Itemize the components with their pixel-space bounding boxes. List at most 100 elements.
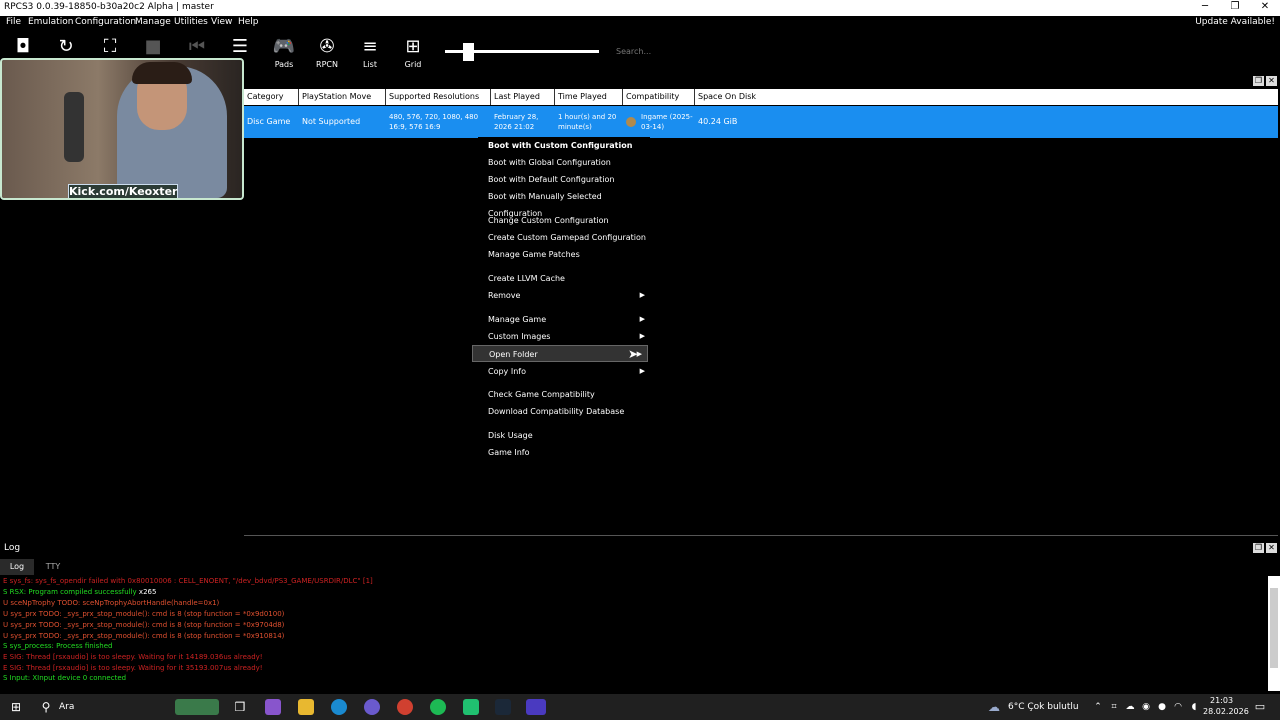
list-icon: ≡ — [362, 36, 378, 57]
steam-icon[interactable] — [495, 699, 511, 715]
log-scrollbar-thumb[interactable] — [1270, 588, 1278, 668]
menu-bar: File Emulation Configuration Manage Util… — [0, 16, 1280, 30]
obs-icon[interactable] — [463, 699, 479, 715]
menu-copy-info[interactable]: Copy Info ▶ — [478, 363, 650, 380]
menu-item-label: Manage Game — [488, 315, 547, 324]
float-panel-button[interactable]: ❐ — [1253, 76, 1264, 86]
rpcn-button[interactable]: ✇ RPCN — [307, 36, 347, 69]
submenu-arrow-icon: ▶ — [639, 315, 645, 323]
grid-button[interactable]: ⊞ Grid — [393, 36, 433, 69]
float-log-button[interactable]: ❐ — [1253, 543, 1264, 553]
menu-boot-default-config[interactable]: Boot with Default Configuration — [478, 171, 650, 188]
taskbar-date[interactable]: 28.02.2026 — [1203, 707, 1249, 716]
chrome-icon[interactable] — [397, 699, 413, 715]
submenu-arrow-icon: ▶ — [639, 332, 645, 340]
chevron-up-icon[interactable]: ⌃ — [1090, 699, 1106, 715]
menu-create-llvm-cache[interactable]: Create LLVM Cache — [478, 270, 650, 287]
task-view-icon[interactable]: ❒ — [232, 699, 248, 715]
file-explorer-icon[interactable] — [298, 699, 314, 715]
col-compatibility[interactable]: Compatibility — [623, 89, 695, 105]
tab-tty[interactable]: TTY — [36, 559, 70, 575]
open-button[interactable]: ◘ — [3, 36, 43, 58]
table-row[interactable]: Disc Game Not Supported 480, 576, 720, 1… — [244, 106, 1278, 138]
submenu-arrow-icon: ▶ — [639, 291, 645, 299]
col-category[interactable]: Category — [244, 89, 299, 105]
microphone-icon[interactable]: ● — [1154, 699, 1170, 715]
volume-icon[interactable]: ◖ — [1186, 699, 1202, 715]
col-last-played[interactable]: Last Played — [491, 89, 555, 105]
log-line: E SIG: Thread [rsxaudio] is too sleepy. … — [3, 664, 263, 672]
menu-download-compat-db[interactable]: Download Compatibility Database — [478, 403, 650, 420]
menu-game-info[interactable]: Game Info — [478, 444, 650, 461]
menu-remove[interactable]: Remove ▶ — [478, 287, 650, 304]
network-icon[interactable]: ⌗ — [1106, 699, 1122, 715]
col-move[interactable]: PlayStation Move — [299, 89, 386, 105]
update-available-link[interactable]: Update Available! — [1195, 17, 1275, 27]
menu-open-folder[interactable]: Open Folder ▶ — [472, 345, 648, 362]
copilot-icon[interactable] — [265, 699, 281, 715]
fullscreen-button[interactable]: ⛶ — [90, 36, 130, 58]
menu-manage[interactable]: Manage — [135, 17, 171, 27]
log-panel-buttons: ❐ ✕ — [1251, 543, 1277, 553]
menu-create-gamepad-config[interactable]: Create Custom Gamepad Configuration — [478, 229, 650, 246]
menu-file[interactable]: File — [6, 17, 21, 27]
close-log-button[interactable]: ✕ — [1266, 543, 1277, 553]
menu-emulation[interactable]: Emulation — [28, 17, 73, 27]
stop-button[interactable]: ■ — [133, 36, 173, 58]
steam-tray-icon[interactable]: ◉ — [1138, 699, 1154, 715]
menu-configuration[interactable]: Configuration — [75, 17, 136, 27]
menu-boot-manual-config[interactable]: Boot with Manually Selected Configuratio… — [478, 188, 650, 218]
log-panel-title: Log — [4, 543, 21, 553]
wifi-icon[interactable]: ◠ — [1170, 699, 1186, 715]
log-line-text: S RSX: Program compiled successfully — [3, 588, 137, 596]
icon-size-slider-handle[interactable] — [463, 43, 474, 61]
cell-move: Not Supported — [302, 117, 361, 126]
menu-change-custom-config[interactable]: Change Custom Configuration — [478, 212, 650, 229]
taskbar-search-text[interactable]: Ara — [59, 702, 74, 712]
log-line: U sys_prx TODO: _sys_prx_stop_module(): … — [3, 621, 285, 629]
game-list-area[interactable] — [244, 138, 1278, 536]
rpcs3-taskbar-icon[interactable] — [526, 699, 546, 715]
cloud-icon[interactable]: ☁ — [1122, 699, 1138, 715]
menu-check-compatibility[interactable]: Check Game Compatibility — [478, 386, 650, 403]
cell-last-played: February 28, 2026 21:02 — [494, 113, 539, 131]
menu-boot-custom-config[interactable]: Boot with Custom Configuration — [478, 137, 650, 154]
log-line: S Input: XInput device 0 connected — [3, 674, 127, 682]
minimize-button[interactable]: ─ — [1190, 0, 1220, 16]
menu-item-label: Game Info — [488, 448, 530, 457]
menu-boot-global-config[interactable]: Boot with Global Configuration — [478, 154, 650, 171]
compatibility-status-icon — [626, 117, 636, 127]
config-button[interactable]: ☰ — [220, 36, 260, 58]
log-scrollbar[interactable] — [1268, 576, 1280, 691]
restart-button[interactable]: ⏮ — [177, 36, 217, 58]
col-space[interactable]: Space On Disk — [695, 89, 1278, 105]
cell-time-played: 1 hour(s) and 20 minute(s) — [558, 113, 617, 131]
menu-utilities[interactable]: Utilities — [174, 17, 208, 27]
spotify-icon[interactable] — [430, 699, 446, 715]
search-input[interactable] — [612, 44, 762, 58]
menu-item-label: Boot with Global Configuration — [488, 158, 611, 167]
taskbar-time[interactable]: 21:03 — [1210, 696, 1233, 705]
discord-icon[interactable] — [364, 699, 380, 715]
windows-start-icon[interactable]: ⊞ — [8, 699, 24, 715]
col-resolutions[interactable]: Supported Resolutions — [386, 89, 491, 105]
search-icon[interactable]: ⚲ — [38, 699, 54, 715]
tab-log[interactable]: Log — [0, 559, 34, 575]
menu-view[interactable]: View — [211, 17, 232, 27]
menu-help[interactable]: Help — [238, 17, 259, 27]
close-button[interactable]: ✕ — [1250, 0, 1280, 16]
refresh-button[interactable]: ↻ — [46, 36, 86, 58]
close-panel-button[interactable]: ✕ — [1266, 76, 1277, 86]
menu-custom-images[interactable]: Custom Images ▶ — [478, 328, 650, 345]
restore-button[interactable]: ❐ — [1220, 0, 1250, 16]
col-time-played[interactable]: Time Played — [555, 89, 623, 105]
notification-icon[interactable]: ▭ — [1252, 699, 1268, 715]
menu-manage-patches[interactable]: Manage Game Patches — [478, 246, 650, 263]
list-button[interactable]: ≡ List — [350, 36, 390, 69]
menu-disk-usage[interactable]: Disk Usage — [478, 427, 650, 444]
log-output[interactable]: E sys_fs: sys_fs_opendir failed with 0x8… — [0, 576, 1268, 691]
pads-button[interactable]: 🎮 Pads — [264, 36, 304, 69]
menu-manage-game[interactable]: Manage Game ▶ — [478, 311, 650, 328]
rpcn-icon: ✇ — [319, 36, 335, 57]
edge-icon[interactable] — [331, 699, 347, 715]
